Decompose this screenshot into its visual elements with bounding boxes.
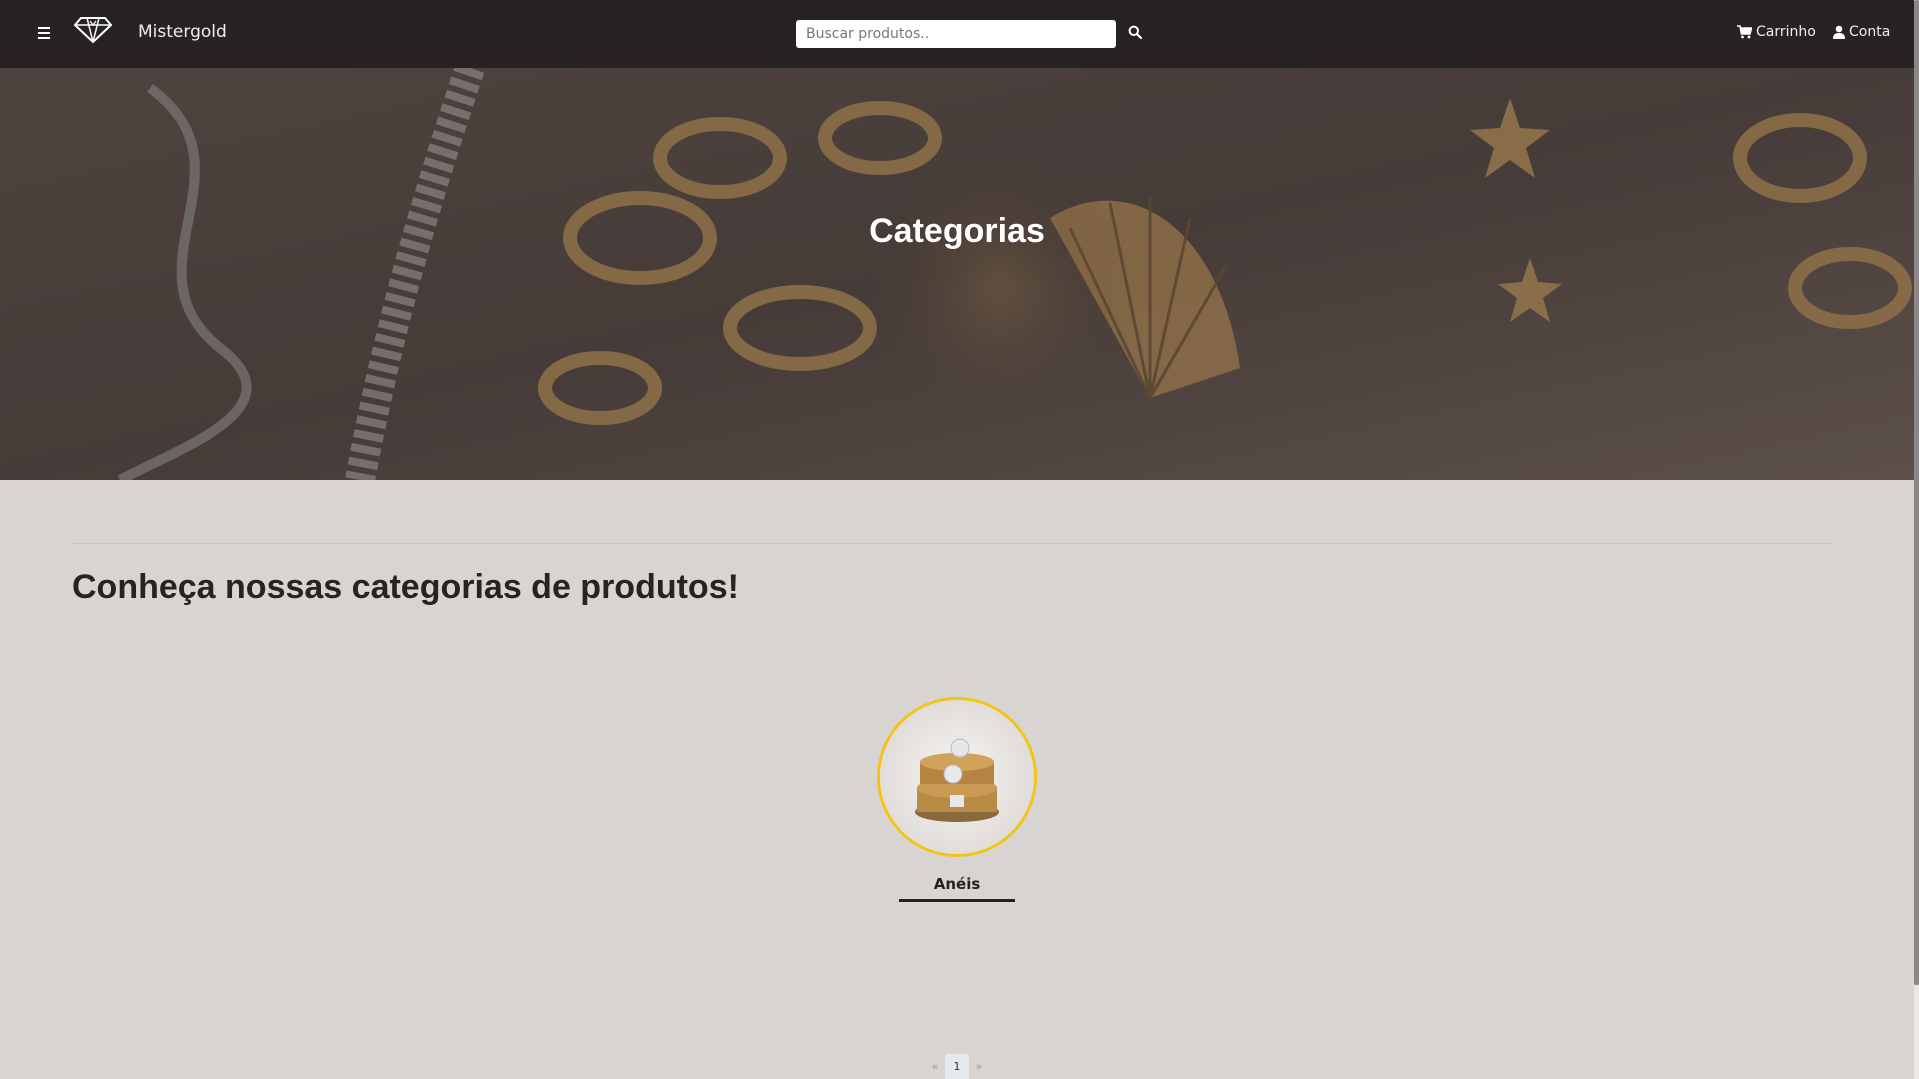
hero-title: Categorias bbox=[869, 212, 1045, 250]
search-box bbox=[796, 20, 1116, 48]
jewelry-background-image bbox=[0, 68, 1914, 480]
hero-banner: Categorias bbox=[0, 68, 1914, 480]
pagination: « 1 » bbox=[925, 1054, 989, 1079]
category-image-rings[interactable] bbox=[877, 697, 1037, 857]
pagination-page[interactable]: 1 bbox=[945, 1054, 969, 1079]
diamond-logo[interactable] bbox=[73, 14, 113, 44]
account-link[interactable]: Conta bbox=[1833, 24, 1890, 40]
pagination-next[interactable]: » bbox=[969, 1060, 989, 1073]
search-input[interactable] bbox=[796, 20, 1116, 48]
category-card-aneis[interactable]: Anéis bbox=[877, 697, 1037, 902]
scrollbar[interactable] bbox=[1914, 0, 1919, 1079]
search-icon[interactable] bbox=[1128, 24, 1144, 42]
category-label[interactable]: Anéis bbox=[877, 875, 1037, 893]
brand-name[interactable]: Mistergold bbox=[138, 22, 227, 42]
hamburger-icon[interactable] bbox=[36, 24, 52, 42]
cart-icon bbox=[1737, 25, 1752, 39]
cart-label: Carrinho bbox=[1756, 24, 1816, 40]
divider bbox=[72, 543, 1832, 544]
main-content: Conheça nossas categorias de produtos! A… bbox=[0, 480, 1914, 1079]
cart-link[interactable]: Carrinho bbox=[1737, 24, 1816, 40]
top-navbar: Mistergold Carrinho Conta bbox=[0, 0, 1914, 68]
category-underline bbox=[899, 899, 1015, 902]
pagination-prev[interactable]: « bbox=[925, 1060, 945, 1073]
scrollbar-thumb[interactable] bbox=[1914, 0, 1919, 985]
page: Mistergold Carrinho Conta bbox=[0, 0, 1919, 1079]
account-label: Conta bbox=[1849, 24, 1891, 40]
section-title: Conheça nossas categorias de produtos! bbox=[72, 568, 739, 606]
user-icon bbox=[1833, 25, 1845, 39]
